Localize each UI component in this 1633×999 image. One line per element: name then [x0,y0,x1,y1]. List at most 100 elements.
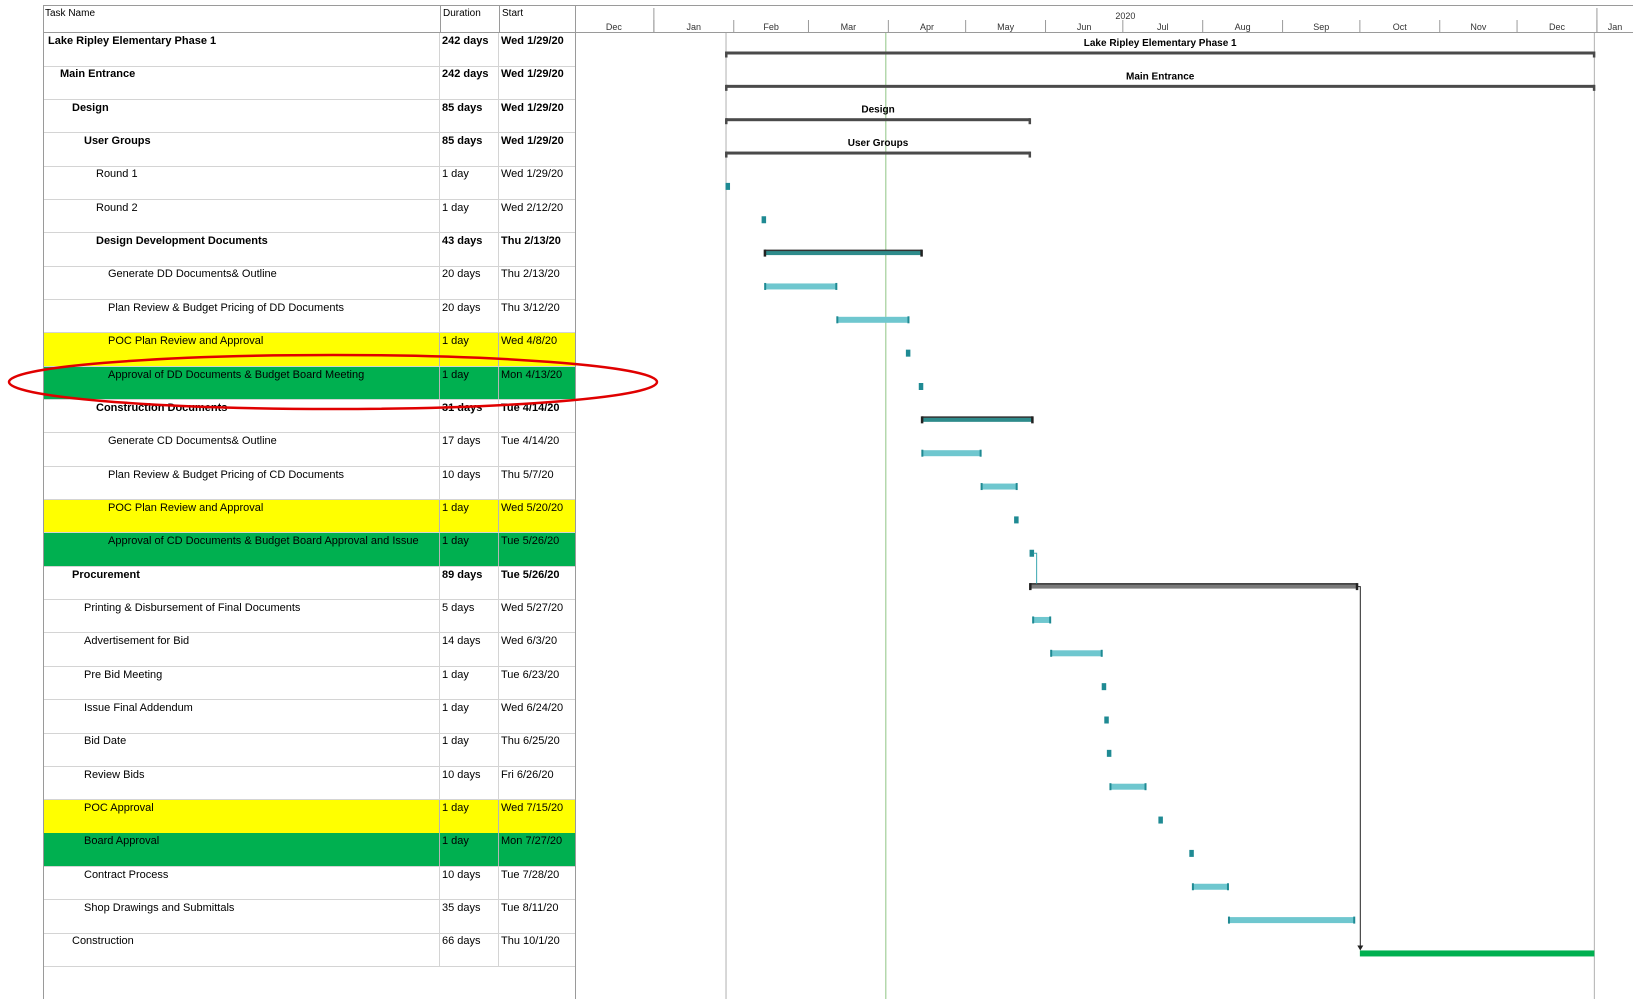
task-name-cell[interactable]: Generate CD Documents& Outline [44,433,502,466]
table-row[interactable]: Lake Ripley Elementary Phase 1 242 days We… [44,33,575,67]
summary-bar[interactable] [726,84,1595,88]
duration-cell[interactable]: 17 days [439,433,501,466]
start-cell[interactable]: Wed 2/12/20 [498,199,577,233]
table-row[interactable]: Design Development Documents 43 days Thu 2… [44,233,575,267]
start-cell[interactable]: Wed 5/20/20 [498,499,577,533]
summary-bar[interactable] [726,51,1595,55]
start-cell[interactable]: Fri 6/26/20 [498,766,577,800]
task-name-cell[interactable]: User Groups [44,133,478,166]
table-row[interactable]: Review Bids 10 days Fri 6/26/20 [44,766,577,801]
task-name-cell[interactable]: Review Bids [44,767,478,800]
start-cell[interactable]: Wed 6/24/20 [498,700,577,733]
duration-cell[interactable]: 5 days [439,599,501,633]
start-cell[interactable]: Wed 6/3/20 [498,633,577,666]
summary-bar[interactable] [726,151,1031,155]
duration-cell[interactable]: 1 day [439,833,501,866]
table-row[interactable]: Shop Drawings and Submittals 35 days Tue 8… [44,900,575,934]
task-name-cell[interactable]: Bid Date [44,733,478,766]
milestone-marker[interactable] [1189,849,1194,857]
duration-cell[interactable]: 10 days [439,466,501,500]
task-bar[interactable] [1228,917,1355,924]
duration-cell[interactable]: 66 days [439,933,501,966]
table-row[interactable]: Main Entrance 242 days Wed 1/29/20 [44,66,575,100]
duration-cell[interactable]: 242 days [439,66,501,99]
task-name-cell[interactable]: Plan Review & Budget Pricing of DD Docum… [44,300,502,333]
task-name-cell[interactable]: Round 2 [44,200,490,233]
start-cell[interactable]: Wed 1/29/20 [498,66,577,99]
start-cell[interactable]: Wed 5/27/20 [498,599,577,633]
start-cell[interactable]: Thu 6/25/20 [498,733,577,766]
duration-cell[interactable]: 1 day [439,499,501,533]
milestone-marker[interactable] [1014,516,1019,524]
start-cell[interactable]: Thu 2/13/20 [498,233,577,266]
start-cell[interactable]: Tue 6/23/20 [498,666,577,700]
duration-cell[interactable]: 10 days [439,866,501,900]
table-row[interactable]: Generate DD Documents& Outline 20 days Thu… [44,266,575,300]
task-name-cell[interactable]: POC Plan Review and Approval [44,500,502,533]
start-cell[interactable]: Wed 7/15/20 [498,800,577,833]
table-row[interactable]: Generate CD Documents& Outline 17 days Tue… [44,433,575,467]
task-name-cell[interactable]: Printing & Disbursement of Final Documen… [44,600,478,633]
table-row[interactable]: Advertisement for Bid 14 days Wed 6/3/20 [44,633,575,667]
duration-cell[interactable]: 14 days [439,633,501,666]
start-cell[interactable]: Wed 1/29/20 [498,166,577,199]
milestone-marker[interactable] [918,383,924,390]
start-cell[interactable]: Mon 7/27/20 [498,833,577,866]
milestone-marker[interactable] [1029,549,1035,557]
task-name-cell[interactable]: Advertisement for Bid [44,633,478,666]
duration-cell[interactable]: 1 day [439,666,501,700]
duration-cell[interactable]: 35 days [439,900,501,933]
table-row[interactable]: Approval of CD Documents & Budget Board … [44,533,575,567]
duration-cell[interactable]: 10 days [439,766,501,800]
table-row[interactable]: POC Approval 1 day Wed 7/15/20 [44,800,575,834]
table-row[interactable]: Procurement 89 days Tue 5/26/20 [44,566,575,601]
start-cell[interactable]: Thu 2/13/20 [498,266,577,299]
milestone-marker[interactable] [1104,716,1109,724]
duration-cell[interactable]: 1 day [439,199,501,233]
duration-cell[interactable]: 1 day [439,800,501,833]
task-name-cell[interactable]: Contract Process [44,867,478,900]
start-cell[interactable]: Wed 1/29/20 [498,99,577,133]
duration-cell[interactable]: 43 days [439,233,501,266]
table-row[interactable]: Issue Final Addendum 1 day Wed 6/24/20 [44,700,575,734]
milestone-marker[interactable] [1106,749,1112,757]
task-name-cell[interactable]: Plan Review & Budget Pricing of CD Docum… [44,467,502,500]
table-row[interactable]: Construction 66 days Thu 10/1/20 [44,933,575,967]
task-name-cell[interactable]: Issue Final Addendum [44,700,478,733]
task-bar[interactable] [1109,783,1147,790]
task-name-cell[interactable]: Design [44,100,466,133]
duration-cell[interactable]: 85 days [439,99,501,133]
start-cell[interactable]: Wed 1/29/20 [498,133,577,166]
table-row[interactable]: Plan Review & Budget Pricing of DD Docum… [44,299,575,334]
task-bar[interactable] [1050,650,1103,657]
table-row[interactable]: POC Plan Review and Approval 1 day Wed 5/2… [44,499,577,534]
task-bar[interactable] [836,316,909,323]
task-table[interactable]: Task Name Duration Start Lake Ripley Ele… [43,6,576,999]
table-row[interactable]: Bid Date 1 day Thu 6/25/20 [44,733,575,767]
milestone-marker[interactable] [905,349,911,357]
task-bar[interactable] [921,450,982,457]
table-row[interactable]: Pre Bid Meeting 1 day Tue 6/23/20 [44,666,577,701]
task-bar[interactable] [764,283,837,290]
duration-cell[interactable]: 89 days [439,566,501,600]
duration-cell[interactable]: 242 days [439,33,501,66]
summary-bar[interactable] [726,118,1031,122]
task-name-cell[interactable]: Lake Ripley Elementary Phase 1 [44,33,442,66]
start-cell[interactable]: Tue 5/26/20 [498,533,577,566]
milestone-marker[interactable] [761,216,767,224]
task-name-cell[interactable]: Construction [44,933,466,966]
task-name-cell[interactable]: Generate DD Documents& Outline [44,266,502,299]
duration-cell[interactable]: 1 day [439,533,501,566]
table-row[interactable]: User Groups 85 days Wed 1/29/20 [44,133,575,167]
task-name-cell[interactable]: Main Entrance [44,66,454,99]
column-header-start[interactable]: Start [499,6,577,33]
duration-cell[interactable]: 1 day [439,166,501,199]
task-name-cell[interactable]: Pre Bid Meeting [44,667,478,700]
milestone-marker[interactable] [725,182,731,190]
start-cell[interactable]: Tue 8/11/20 [498,900,577,933]
column-header-task-name[interactable]: Task Name [45,6,439,33]
task-name-cell[interactable]: Approval of CD Documents & Budget Board … [44,533,502,566]
table-row[interactable]: Contract Process 10 days Tue 7/28/20 [44,866,575,901]
task-name-cell[interactable]: Design Development Documents [44,233,490,266]
task-name-cell[interactable]: POC Approval [44,800,478,833]
